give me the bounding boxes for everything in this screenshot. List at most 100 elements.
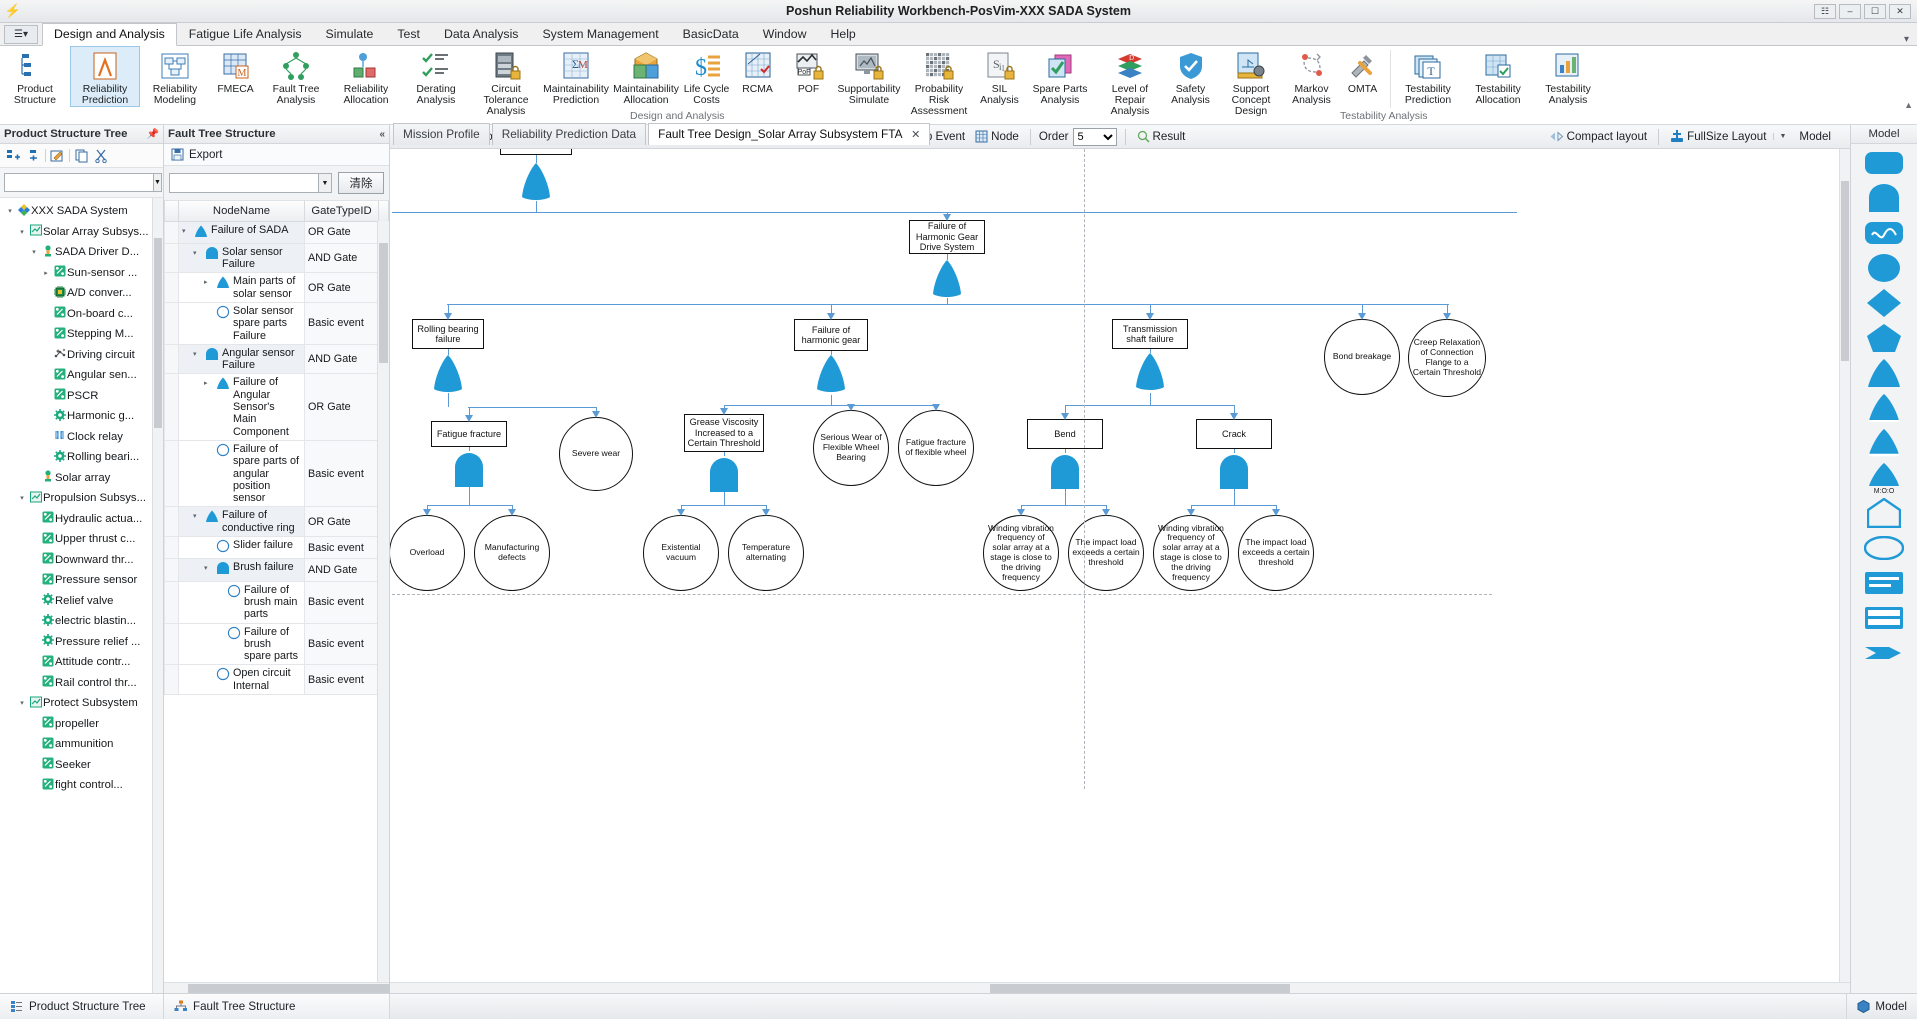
twisty-icon[interactable]: ▸	[40, 269, 52, 277]
palette-circle-shape[interactable]	[1867, 254, 1901, 282]
ribbon-button-pof[interactable]: PoF POF	[783, 46, 834, 96]
palette-house-shape[interactable]	[1867, 498, 1901, 528]
cell-nodename[interactable]: Solar sensor spare parts Failure	[178, 301, 305, 345]
twisty-icon[interactable]	[204, 305, 213, 307]
window-controls[interactable]: ☷ – ☐ ✕	[1814, 3, 1917, 19]
fault-tree-grid-vscrollbar[interactable]	[377, 221, 389, 982]
column-header-nodename[interactable]: NodeName	[178, 201, 305, 222]
tree-item[interactable]: ▾ Propulsion Subsys...	[0, 488, 163, 509]
layout-dropdown-icon[interactable]: ▼	[1773, 133, 1787, 140]
fault-tree-event-box[interactable]: Failure of harmonic gear	[794, 319, 868, 351]
tree-item[interactable]: PSCR	[0, 386, 163, 407]
grid-row[interactable]: ▾ Failure of conductive ring OR Gate	[164, 506, 389, 538]
export-button[interactable]: Export	[164, 144, 389, 166]
twisty-icon[interactable]: ▾	[16, 494, 28, 502]
palette-arrow-shape[interactable]	[1864, 641, 1904, 665]
scroll-thumb[interactable]	[379, 243, 388, 363]
palette-ellipse-shape[interactable]	[1864, 536, 1904, 560]
fault-tree-basic-event[interactable]: Manufacturing defects	[474, 515, 550, 591]
cell-gatetype[interactable]: AND Gate	[304, 343, 379, 375]
ribbon-tab-fatigue-life-analysis[interactable]: Fatigue Life Analysis	[177, 23, 314, 45]
cell-nodename[interactable]: Failure of brush main parts	[178, 580, 305, 624]
ribbon-button-life-cycle-costs[interactable]: $ Life Cycle Costs	[681, 46, 732, 107]
and-gate-symbol[interactable]	[706, 454, 742, 497]
compact-layout-button[interactable]: Compact layout	[1546, 129, 1651, 144]
cell-gatetype[interactable]: OR Gate	[304, 220, 379, 244]
palette-moo-gate-shape[interactable]: M:O:O	[1866, 463, 1902, 494]
product-tree-list[interactable]: ▾ XXX SADA System ▾ Solar Array Subsys... ▾ S…	[0, 198, 163, 993]
ribbon-button-testability-allocation[interactable]: Testability Allocation	[1463, 46, 1533, 107]
tree-item[interactable]: ▾ SADA Driver D...	[0, 242, 163, 263]
twisty-icon[interactable]	[204, 443, 213, 445]
cut-icon[interactable]	[93, 147, 110, 164]
palette-text-block-shape[interactable]	[1864, 606, 1904, 630]
fault-tree-event-box[interactable]: Fatigue fracture	[431, 421, 507, 447]
grid-row[interactable]: ▾ Failure of SADA OR Gate	[164, 220, 389, 244]
grid-row[interactable]: Failure of brush spare parts Basic event	[164, 622, 389, 666]
or-gate-symbol[interactable]	[814, 353, 848, 398]
fault-tree-event-box[interactable]: Crack	[1196, 419, 1272, 449]
twisty-icon[interactable]	[204, 667, 213, 669]
cell-nodename[interactable]: Failure of brush spare parts	[178, 622, 305, 666]
cell-nodename[interactable]: Failure of spare parts of angular positi…	[178, 439, 305, 508]
fault-tree-basic-event[interactable]: The impact load exceeds a certain thresh…	[1238, 515, 1314, 591]
fault-tree-event-box[interactable]: Transmission shaft failure	[1112, 319, 1188, 349]
ribbon-button-fault-tree-analysis[interactable]: Fault Tree Analysis	[261, 46, 331, 107]
tree-item[interactable]: Clock relay	[0, 427, 163, 448]
fault-tree-event-box[interactable]: Rolling bearing failure	[412, 319, 484, 349]
twisty-icon[interactable]: ▾	[4, 207, 16, 215]
twisty-icon[interactable]	[215, 584, 224, 586]
tree-item[interactable]: ammunition	[0, 734, 163, 755]
node-button[interactable]: Node	[972, 129, 1022, 144]
ribbon-button-product-structure[interactable]: Product Structure	[0, 46, 70, 107]
edit-icon[interactable]	[49, 147, 66, 164]
cell-gatetype[interactable]: Basic event	[304, 536, 379, 560]
palette-wave-rect-shape[interactable]	[1864, 221, 1904, 245]
status-tab-fault-tree-structure[interactable]: Fault Tree Structure	[164, 994, 390, 1019]
fault-tree-basic-event[interactable]: Severe wear	[559, 417, 633, 491]
palette-or-gate-shape[interactable]	[1866, 359, 1902, 387]
grid-row[interactable]: Open circuit Internal Basic event	[164, 664, 389, 695]
product-tree-scrollbar[interactable]	[152, 198, 163, 993]
cell-nodename[interactable]: Slider failure	[178, 536, 305, 560]
or-gate-symbol[interactable]	[930, 258, 964, 303]
palette-diamond-shape[interactable]	[1866, 289, 1902, 317]
grid-row[interactable]: ▾ Solar sensor Failure AND Gate	[164, 242, 389, 274]
ribbon-tab-design-and-analysis[interactable]: Design and Analysis	[42, 23, 177, 46]
ribbon-button-fmeca[interactable]: M FMECA	[210, 46, 261, 96]
tree-item[interactable]: Rolling beari...	[0, 447, 163, 468]
tree-item[interactable]: ▾ Solar Array Subsys...	[0, 222, 163, 243]
scroll-thumb[interactable]	[154, 238, 162, 428]
product-tree-search[interactable]: ▼	[0, 168, 163, 198]
or-gate-symbol[interactable]	[431, 353, 465, 398]
fullsize-layout-button[interactable]: FullSize Layout	[1667, 129, 1769, 144]
ribbon-expand-icon[interactable]: ▲	[1904, 100, 1913, 110]
ribbon-button-circuit-tolerance-analysis[interactable]: Circuit Tolerance Analysis	[471, 46, 541, 119]
fault-tree-basic-event[interactable]: The impact load exceeds a certain thresh…	[1068, 515, 1144, 591]
result-button[interactable]: Result	[1134, 129, 1189, 144]
cell-nodename[interactable]: ▾ Failure of conductive ring	[178, 506, 305, 538]
scroll-thumb[interactable]	[990, 984, 1290, 993]
ribbon-button-supportability-simulate[interactable]: Supportability Simulate	[834, 46, 904, 107]
grid-row[interactable]: ▸ Failure of Angular Sensor's Main Compo…	[164, 373, 389, 441]
or-gate-symbol[interactable]	[1133, 351, 1167, 396]
grid-row[interactable]: Failure of spare parts of angular positi…	[164, 439, 389, 508]
twisty-icon[interactable]: ▾	[16, 228, 28, 236]
fault-tree-event-box[interactable]: Bend	[1027, 419, 1103, 449]
fault-tree-basic-event[interactable]: Bond breakage	[1324, 319, 1400, 395]
palette-inhibit-shape[interactable]	[1866, 394, 1902, 422]
tree-item[interactable]: Rail control thr...	[0, 673, 163, 694]
ribbon-button-testability-analysis[interactable]: Testability Analysis	[1533, 46, 1603, 107]
twisty-icon[interactable]: ▾	[193, 509, 202, 523]
cell-gatetype[interactable]: AND Gate	[304, 242, 379, 274]
cell-gatetype[interactable]: Basic event	[304, 622, 379, 666]
ribbon-collapse-icon[interactable]: ▾	[1904, 34, 1917, 45]
chevron-left-icon[interactable]: «	[379, 129, 385, 140]
document-tab[interactable]: Mission Profile	[393, 123, 490, 145]
ribbon-tab-system-management[interactable]: System Management	[530, 23, 670, 45]
twisty-icon[interactable]	[215, 626, 224, 628]
ribbon-tab-test[interactable]: Test	[385, 23, 432, 45]
ribbon-button-support-concept-design[interactable]: Support Concept Design	[1216, 46, 1286, 119]
fault-tree-basic-event[interactable]: Existential vacuum	[643, 515, 719, 591]
fault-tree-search-input[interactable]	[169, 173, 318, 193]
